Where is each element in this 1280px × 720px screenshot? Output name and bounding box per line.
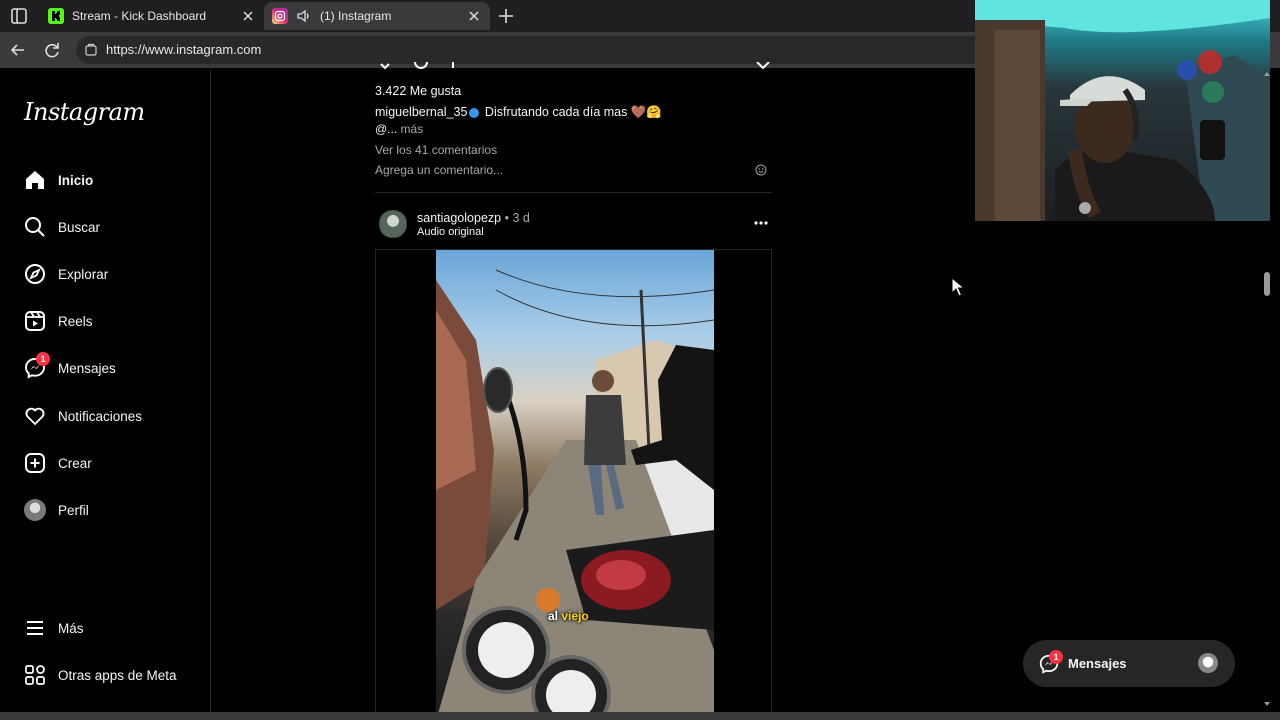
video-subtitle: al viejo [548, 609, 589, 623]
plus-square-icon [25, 453, 45, 473]
vertical-scrollbar[interactable] [1262, 68, 1272, 712]
mouse-cursor-icon [951, 277, 965, 297]
scroll-thumb[interactable] [1264, 272, 1270, 296]
post-username[interactable]: santiagolopezp [417, 211, 501, 225]
url-text[interactable]: https://www.instagram.com [106, 42, 261, 57]
scroll-up-icon[interactable] [1262, 70, 1272, 78]
post-actions-icon[interactable] [375, 62, 772, 76]
home-icon [26, 171, 44, 189]
site-info-icon[interactable] [84, 43, 98, 57]
notification-badge: 1 [36, 352, 50, 366]
subtitle-word: al [548, 609, 559, 623]
reel-video[interactable]: al viejo [436, 250, 714, 719]
sidebar-item-label: Buscar [58, 219, 101, 235]
sidebar-item-notificaciones[interactable]: Notificaciones [22, 401, 142, 431]
apps-icon [25, 665, 45, 685]
sidebar-item-label: Más [58, 620, 84, 636]
sidebar-item-label: Mensajes [58, 360, 116, 376]
post-action-row [375, 62, 772, 76]
search-icon [25, 217, 45, 237]
instagram-logo[interactable]: Instagram [24, 98, 145, 126]
caption-more: @... más [375, 122, 423, 136]
more-options-icon[interactable] [753, 218, 769, 228]
post-time[interactable]: 3 d [512, 211, 529, 225]
messenger-icon-wrap: 1 [22, 352, 50, 381]
subtitle-highlight-word: viejo [561, 609, 589, 623]
sidebar-item-inicio[interactable]: Inicio [22, 165, 93, 195]
compass-icon [25, 264, 45, 284]
speaker-icon[interactable] [296, 8, 312, 24]
sidebar-item-perfil[interactable]: Perfil [22, 495, 89, 525]
webcam-image [975, 0, 1270, 221]
sidebar-item-crear[interactable]: Crear [22, 448, 92, 478]
webcam-overlay [975, 0, 1270, 221]
reload-icon[interactable] [42, 40, 62, 60]
tab-title: Stream - Kick Dashboard [72, 9, 207, 23]
back-icon[interactable] [8, 40, 28, 60]
notification-badge: 1 [1049, 650, 1063, 664]
feed: 3.422 Me gusta miguelbernal_35 Disfrutan… [375, 62, 772, 720]
sidebar-item-label: Inicio [58, 172, 94, 188]
more-link[interactable]: más [401, 122, 424, 136]
post-avatar[interactable] [379, 210, 407, 238]
post-header: santiagolopezp • 3 d [417, 211, 530, 225]
view-comments-link[interactable]: Ver los 41 comentarios [375, 143, 497, 157]
avatar [24, 499, 46, 521]
sidebar-item-label: Perfil [58, 502, 89, 518]
sidebar-item-label: Otras apps de Meta [58, 667, 177, 683]
messages-label: Mensajes [1068, 656, 1127, 671]
tab-title: (1) Instagram [320, 9, 392, 23]
post-caption: miguelbernal_35 Disfrutando cada día mas… [375, 105, 662, 120]
sidebar-item-mas[interactable]: Más [22, 613, 84, 643]
likes-count[interactable]: 3.422 Me gusta [375, 84, 461, 98]
emoji-icon[interactable] [755, 164, 767, 176]
sidebar-item-label: Explorar [58, 266, 109, 282]
add-comment-input[interactable]: Agrega un comentario... [375, 163, 503, 177]
kick-favicon-icon [48, 8, 64, 24]
menu-icon [27, 621, 43, 635]
tab-kick-dashboard[interactable]: Stream - Kick Dashboard [40, 2, 264, 30]
post-audio-link[interactable]: Audio original [417, 226, 484, 238]
sidebar-item-otras-apps[interactable]: Otras apps de Meta [22, 660, 177, 690]
avatar [1198, 653, 1218, 673]
reels-icon [25, 311, 45, 331]
tab-actions-icon[interactable] [8, 6, 30, 26]
sidebar-item-label: Notificaciones [58, 408, 143, 424]
heart-icon [25, 407, 45, 425]
scroll-down-icon[interactable] [1262, 700, 1272, 708]
instagram-favicon-icon [272, 8, 288, 24]
post-media[interactable]: al viejo [375, 249, 772, 720]
caption-mention[interactable]: @... [375, 122, 397, 136]
verified-badge-icon [469, 107, 480, 118]
sidebar-item-buscar[interactable]: Buscar [22, 212, 100, 242]
post-time-separator: • [504, 211, 509, 225]
sidebar: Instagram Inicio Buscar Explorar Reels 1… [4, 70, 211, 718]
caption-username[interactable]: miguelbernal_35 [375, 105, 467, 119]
horizontal-scrollbar[interactable] [0, 712, 1280, 720]
caption-text: Disfrutando cada día mas 🤎🤗 [484, 105, 662, 119]
profile-avatar-wrap [22, 497, 48, 523]
post-divider [375, 192, 772, 193]
sidebar-item-explorar[interactable]: Explorar [22, 259, 108, 289]
sidebar-item-label: Reels [58, 313, 93, 329]
close-tab-icon[interactable] [240, 8, 256, 24]
sidebar-item-mensajes[interactable]: 1 Mensajes [22, 352, 116, 383]
video-frame-image [436, 269, 714, 719]
sidebar-item-reels[interactable]: Reels [22, 306, 93, 336]
messages-drawer-button[interactable]: 1 Mensajes [1023, 640, 1235, 687]
new-tab-icon[interactable] [496, 6, 516, 26]
close-tab-icon[interactable] [466, 8, 482, 24]
sidebar-item-label: Crear [58, 455, 92, 471]
tab-instagram[interactable]: (1) Instagram [264, 2, 490, 30]
